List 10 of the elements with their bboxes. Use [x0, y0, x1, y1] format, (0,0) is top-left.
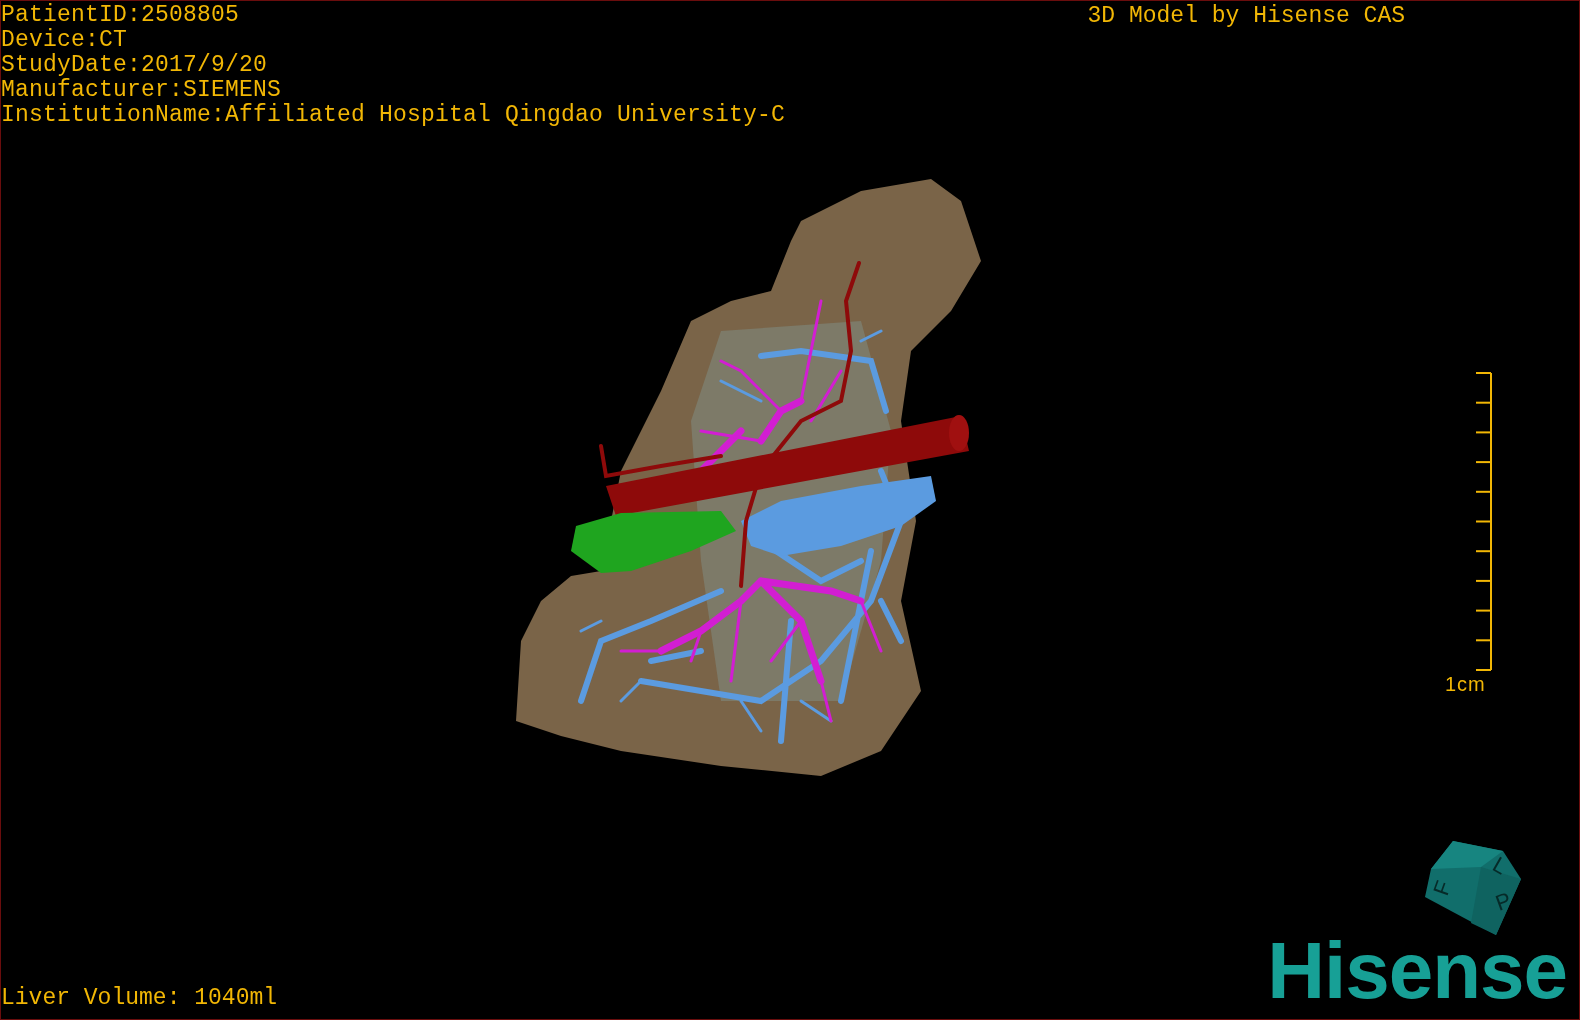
info-line: StudyDate:2017/9/20 [1, 53, 269, 78]
info-line: Device:CT [1, 28, 129, 53]
logo-text: Hisense [1267, 935, 1568, 1017]
info-line: PatientID:2508805 [1, 3, 241, 28]
scale-label: 1cm [1445, 673, 1486, 695]
info-line: InstitutionName:Affiliated Hospital Qingdao University-C [1, 103, 787, 128]
scale-bar-icon [1475, 371, 1493, 673]
viewer-title: 3D Model by Hisense CAS [1087, 2, 1406, 29]
liver-volume: Liver Volume: 1040ml [1, 986, 279, 1013]
info-line: Manufacturer:SIEMENS [1, 78, 283, 103]
